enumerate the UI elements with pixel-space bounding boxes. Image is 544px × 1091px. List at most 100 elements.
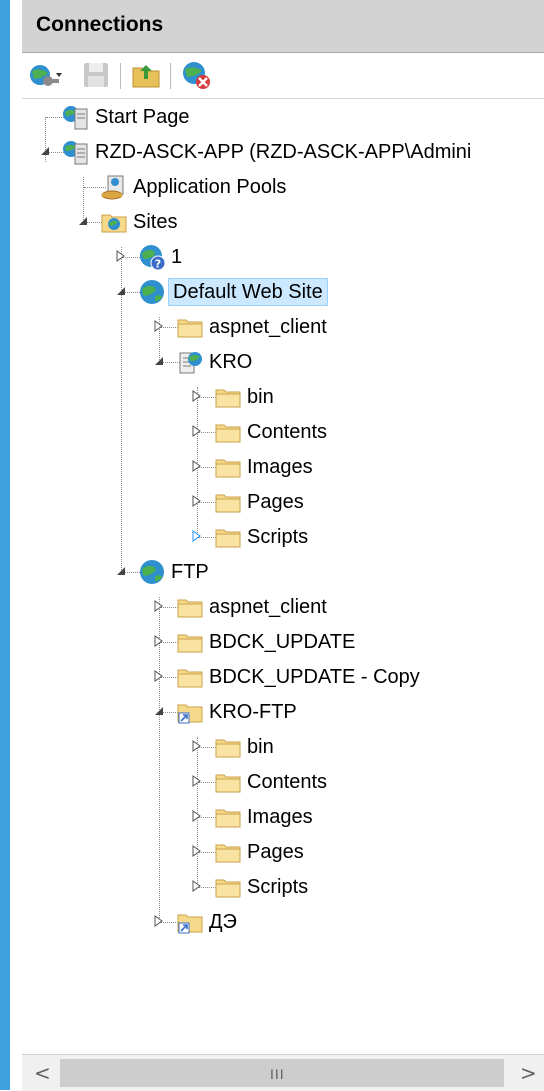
tree-node-label: Application Pools: [133, 176, 287, 198]
app-pools-icon: [100, 173, 128, 201]
scroll-right-button[interactable]: >: [508, 1055, 544, 1091]
tree-node-label: Contents: [247, 421, 328, 443]
tree-node[interactable]: Scripts: [190, 870, 544, 904]
tree-node-label: Default Web Site: [168, 278, 328, 306]
tree-node-label: aspnet_client: [209, 316, 327, 338]
tree-node-label: KRO: [209, 351, 253, 373]
expand-arrow-icon[interactable]: [152, 599, 166, 613]
expand-arrow-icon[interactable]: [152, 319, 166, 333]
connections-header: Connections: [22, 0, 544, 53]
folder-icon: [214, 418, 242, 446]
expand-arrow-icon[interactable]: [152, 669, 166, 683]
connect-icon: [30, 65, 62, 86]
site-unknown-icon: ?: [138, 243, 166, 271]
tree-node[interactable]: aspnet_client: [152, 310, 544, 344]
tree-node-label: Images: [247, 456, 313, 478]
collapse-arrow-icon[interactable]: [152, 704, 166, 718]
expand-arrow-icon[interactable]: [152, 634, 166, 648]
expand-arrow-icon[interactable]: [190, 389, 204, 403]
tree-node-label: FTP: [171, 561, 209, 583]
scrollbar-thumb[interactable]: III: [60, 1059, 504, 1087]
tree-node[interactable]: bin: [190, 730, 544, 764]
tree-node-label: Pages: [247, 491, 304, 513]
tree-node[interactable]: Application Pools: [76, 170, 544, 204]
web-app-icon: [176, 348, 204, 376]
globe-icon: [138, 278, 166, 306]
tree-node-label: Images: [247, 806, 313, 828]
scroll-right-arrow: >: [520, 1061, 537, 1085]
tree-node[interactable]: aspnet_client: [152, 590, 544, 624]
tree-node-label: ДЭ: [209, 911, 237, 933]
tree-node[interactable]: FTP: [114, 555, 544, 589]
expand-arrow-icon[interactable]: [190, 494, 204, 508]
globe-icon: [138, 558, 166, 586]
tree-node[interactable]: bin: [190, 380, 544, 414]
tree-node-label: bin: [247, 386, 274, 408]
tree-node-label: Contents: [247, 771, 328, 793]
tree-node[interactable]: Images: [190, 800, 544, 834]
svg-text:?: ?: [155, 258, 161, 271]
folder-icon: [214, 838, 242, 866]
tree-node-label: Scripts: [247, 526, 309, 548]
tree-node-label: Start Page: [95, 106, 190, 128]
save-button[interactable]: [80, 59, 112, 91]
server-icon: [62, 138, 90, 166]
scroll-left-arrow: <: [34, 1061, 51, 1085]
tree-node[interactable]: Contents: [190, 415, 544, 449]
folder-icon: [214, 768, 242, 796]
tree-node[interactable]: Contents: [190, 765, 544, 799]
tree-node[interactable]: Scripts: [190, 520, 544, 554]
tree-node[interactable]: Start Page: [38, 100, 544, 134]
tree-node[interactable]: Sites: [76, 205, 544, 239]
expand-arrow-icon[interactable]: [190, 424, 204, 438]
disconnect-button[interactable]: [180, 59, 212, 91]
tree-node[interactable]: ? 1: [114, 240, 544, 274]
tree-node-label: Sites: [133, 211, 178, 233]
expand-arrow-icon[interactable]: [190, 739, 204, 753]
tree-node-label: Scripts: [247, 876, 309, 898]
tree-node[interactable]: BDCK_UPDATE: [152, 625, 544, 659]
collapse-arrow-icon[interactable]: [114, 564, 128, 578]
toolbar-separator: [120, 63, 121, 89]
start-page-icon: [62, 103, 90, 131]
expand-arrow-icon[interactable]: [190, 844, 204, 858]
folder-icon: [176, 313, 204, 341]
expand-arrow-icon[interactable]: [152, 914, 166, 928]
tree-node[interactable]: RZD-ASCK-APP (RZD-ASCK-APP\Admini: [38, 135, 544, 169]
tree-node[interactable]: Images: [190, 450, 544, 484]
tree-node[interactable]: Default Web Site: [114, 275, 544, 309]
folder-icon: [214, 453, 242, 481]
tree-node[interactable]: KRO: [152, 345, 544, 379]
tree-node[interactable]: KRO-FTP: [152, 695, 544, 729]
scrollbar-grip: III: [270, 1066, 285, 1082]
expand-arrow-icon[interactable]: [190, 774, 204, 788]
expand-arrow-icon[interactable]: [190, 459, 204, 473]
panel-accent-bar: [0, 0, 10, 1090]
panel-title: Connections: [36, 13, 164, 36]
tree-node[interactable]: Pages: [190, 835, 544, 869]
tree-node-label: bin: [247, 736, 274, 758]
up-folder-icon: [132, 65, 160, 88]
tree-node[interactable]: ДЭ: [152, 905, 544, 939]
expand-arrow-icon[interactable]: [114, 249, 128, 263]
collapse-arrow-icon[interactable]: [38, 144, 52, 158]
collapse-arrow-icon[interactable]: [152, 354, 166, 368]
expand-arrow-icon[interactable]: [190, 809, 204, 823]
collapse-arrow-icon[interactable]: [76, 214, 90, 228]
expand-arrow-icon[interactable]: [190, 529, 204, 543]
tree-node[interactable]: BDCK_UPDATE - Copy: [152, 660, 544, 694]
folder-icon: [214, 488, 242, 516]
tree-node[interactable]: Pages: [190, 485, 544, 519]
folder-icon: [214, 383, 242, 411]
folder-icon: [176, 663, 204, 691]
collapse-arrow-icon[interactable]: [114, 284, 128, 298]
virtual-dir-icon: [176, 908, 204, 936]
virtual-dir-icon: [176, 698, 204, 726]
folder-icon: [214, 733, 242, 761]
connect-button[interactable]: [28, 59, 62, 91]
folder-icon: [214, 523, 242, 551]
expand-arrow-icon[interactable]: [190, 879, 204, 893]
up-folder-button[interactable]: [130, 59, 162, 91]
horizontal-scrollbar[interactable]: < III >: [22, 1054, 544, 1091]
scroll-left-button[interactable]: <: [22, 1055, 58, 1091]
